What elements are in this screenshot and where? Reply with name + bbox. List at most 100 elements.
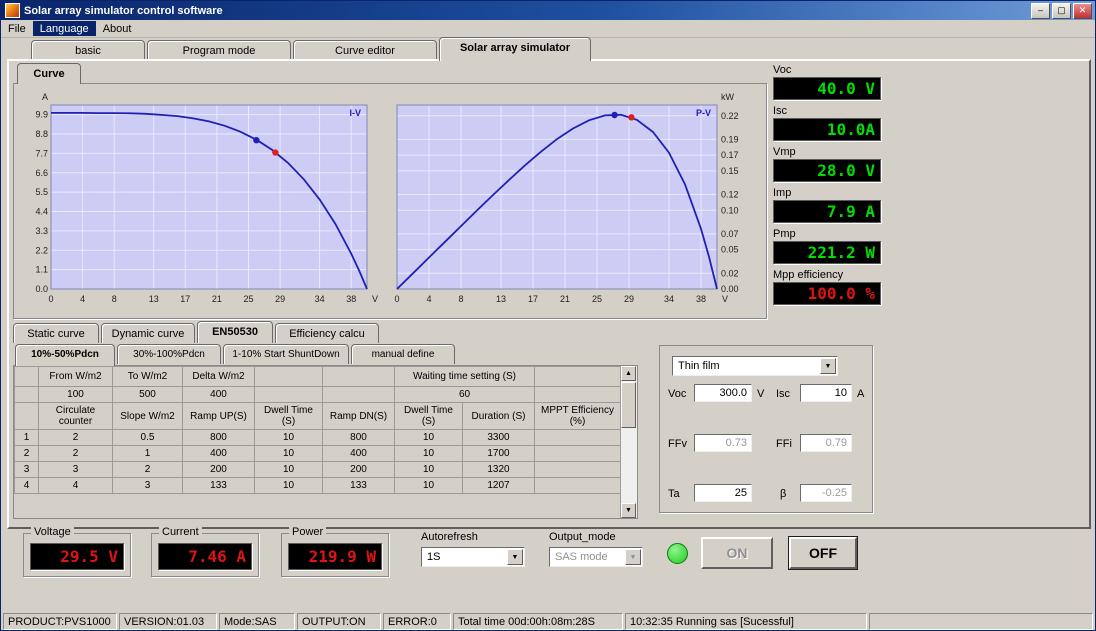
table-cell[interactable] <box>535 478 621 494</box>
chevron-down-icon[interactable]: ▼ <box>820 358 836 374</box>
table-cell[interactable]: 10 <box>255 430 323 446</box>
subtab-10-50-pdcn[interactable]: 10%-50%Pdcn <box>15 344 115 366</box>
scroll-up-icon[interactable]: ▲ <box>621 366 636 381</box>
menu-language[interactable]: Language <box>33 21 96 36</box>
table-cell[interactable]: 1207 <box>463 478 535 494</box>
table-cell[interactable]: 10 <box>255 478 323 494</box>
svg-text:8: 8 <box>458 294 463 304</box>
off-button[interactable]: OFF <box>789 537 857 569</box>
measurement-label: Isc <box>773 105 881 118</box>
status-segment: Mode:SAS <box>219 613 295 630</box>
table-cell[interactable]: 3 <box>39 462 113 478</box>
table-cell[interactable] <box>255 387 323 403</box>
on-button[interactable]: ON <box>701 537 773 569</box>
table-cell[interactable]: 1320 <box>463 462 535 478</box>
svg-text:1.1: 1.1 <box>35 265 48 275</box>
table-cell[interactable]: 2 <box>39 430 113 446</box>
tab-curve[interactable]: Curve <box>17 63 81 84</box>
close-icon[interactable]: ✕ <box>1073 3 1092 19</box>
table-cell[interactable]: 400 <box>183 446 255 462</box>
svg-text:2.2: 2.2 <box>35 245 48 255</box>
svg-text:0.12: 0.12 <box>721 190 739 200</box>
menu-about[interactable]: About <box>96 21 139 36</box>
ffv-field[interactable] <box>694 434 752 452</box>
table-cell[interactable]: 1 <box>15 430 39 446</box>
table-scrollbar[interactable]: ▲ ▼ <box>620 366 637 518</box>
table-cell[interactable]: 10 <box>255 462 323 478</box>
measurement-item: Isc10.0A <box>773 105 881 141</box>
subtab-manual-define[interactable]: manual define <box>351 344 455 364</box>
tab-en50530[interactable]: EN50530 <box>197 321 273 343</box>
table-cell[interactable]: 4 <box>39 478 113 494</box>
table-cell[interactable]: 400 <box>183 387 255 403</box>
subtab-30-100-pdcn[interactable]: 30%-100%Pdcn <box>117 344 221 364</box>
measurement-item: Pmp221.2 W <box>773 228 881 264</box>
tab-efficiency-calcu[interactable]: Efficiency calcu <box>275 323 379 343</box>
table-cell[interactable]: 1 <box>113 446 183 462</box>
tab-dynamic-curve[interactable]: Dynamic curve <box>101 323 195 343</box>
tab-basic[interactable]: basic <box>31 40 145 60</box>
scrollbar-thumb[interactable] <box>621 382 636 428</box>
subtab-1-10-start-shuntdown[interactable]: 1-10% Start ShuntDown <box>223 344 349 364</box>
status-segment: 10:32:35 Running sas [Sucessful] <box>625 613 867 630</box>
panel-type-select[interactable]: Thin film ▼ <box>672 356 838 376</box>
table-cell[interactable] <box>323 387 395 403</box>
table-cell[interactable]: 800 <box>183 430 255 446</box>
table-cell[interactable] <box>535 446 621 462</box>
measurement-label: Voc <box>773 64 881 77</box>
table-cell[interactable]: 200 <box>183 462 255 478</box>
tab-static-curve[interactable]: Static curve <box>13 323 99 343</box>
table-cell[interactable]: 10 <box>395 446 463 462</box>
table-cell[interactable] <box>15 387 39 403</box>
menu-file[interactable]: File <box>1 21 33 36</box>
table-cell[interactable] <box>535 387 621 403</box>
tab-solar-array-simulator[interactable]: Solar array simulator <box>439 37 591 61</box>
chevron-down-icon[interactable]: ▼ <box>625 549 641 565</box>
tab-program-mode[interactable]: Program mode <box>147 40 291 60</box>
table-cell[interactable]: 0.5 <box>113 430 183 446</box>
svg-text:I-V: I-V <box>349 108 361 118</box>
table-cell[interactable]: 400 <box>323 446 395 462</box>
table-cell[interactable]: 500 <box>113 387 183 403</box>
table-cell[interactable]: 200 <box>323 462 395 478</box>
table-cell[interactable]: 1700 <box>463 446 535 462</box>
chevron-down-icon[interactable]: ▼ <box>507 549 523 565</box>
table-cell[interactable] <box>535 462 621 478</box>
table-cell: Dwell Time (S) <box>395 403 463 430</box>
measurement-label: Pmp <box>773 228 881 241</box>
maximize-icon[interactable]: ▢ <box>1052 3 1071 19</box>
beta-field[interactable] <box>800 484 852 502</box>
table-cell[interactable]: 10 <box>395 478 463 494</box>
ffi-field[interactable] <box>800 434 852 452</box>
table-cell[interactable]: 10 <box>255 446 323 462</box>
table-cell[interactable]: 3 <box>113 478 183 494</box>
isc-field[interactable] <box>800 384 852 402</box>
table-cell[interactable]: 4 <box>15 478 39 494</box>
scroll-down-icon[interactable]: ▼ <box>621 503 636 518</box>
table-cell[interactable]: 133 <box>323 478 395 494</box>
isc-unit: A <box>857 388 864 400</box>
table-cell[interactable] <box>535 430 621 446</box>
table-cell[interactable]: 2 <box>39 446 113 462</box>
table-cell[interactable]: 2 <box>15 446 39 462</box>
minimize-icon[interactable]: – <box>1031 3 1050 19</box>
en50530-table: From W/m2To W/m2Delta W/m2Waiting time s… <box>14 366 621 494</box>
status-segment: OUTPUT:ON <box>297 613 381 630</box>
ta-field[interactable] <box>694 484 752 502</box>
svg-text:A: A <box>42 92 48 102</box>
table-cell[interactable]: 800 <box>323 430 395 446</box>
table-cell[interactable]: 2 <box>113 462 183 478</box>
table-cell[interactable]: 10 <box>395 430 463 446</box>
table-cell[interactable]: 3 <box>15 462 39 478</box>
table-cell[interactable]: 60 <box>395 387 535 403</box>
voc-field[interactable] <box>694 384 752 402</box>
autorefresh-select[interactable]: 1S ▼ <box>421 547 525 567</box>
output-mode-select[interactable]: SAS mode ▼ <box>549 547 643 567</box>
table-cell[interactable]: 100 <box>39 387 113 403</box>
table-cell[interactable]: 10 <box>395 462 463 478</box>
table-cell[interactable]: 133 <box>183 478 255 494</box>
svg-text:21: 21 <box>560 294 570 304</box>
app-window: Solar array simulator control software –… <box>0 0 1096 631</box>
tab-curve-editor[interactable]: Curve editor <box>293 40 437 60</box>
table-cell[interactable]: 3300 <box>463 430 535 446</box>
